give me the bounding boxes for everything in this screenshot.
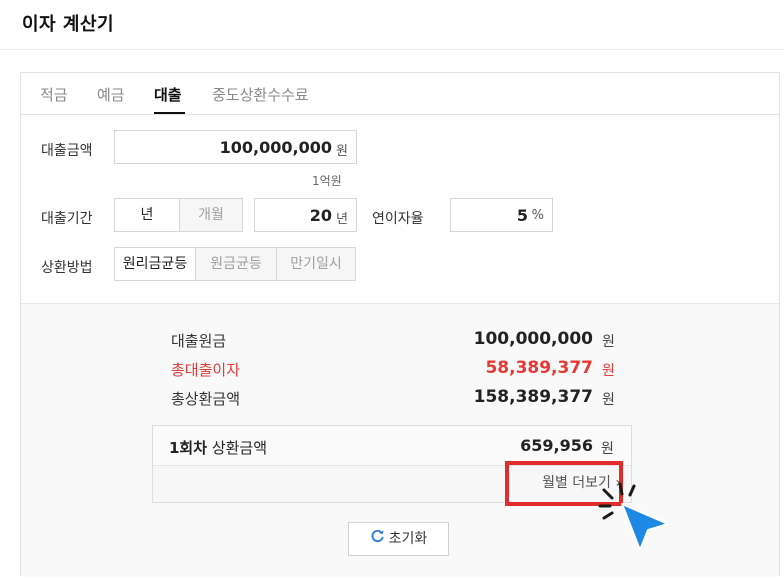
interest-rate-label: 연이자율 [372,211,424,227]
loan-amount-unit: 원 [336,144,348,159]
first-payment-text: 상환금액 [207,439,268,457]
principal-label: 대출원금 [171,332,227,350]
total-interest-label: 총대출이자 [171,361,241,379]
period-unit-month[interactable]: 개월 [179,198,243,232]
principal-value: 100,000,000 [473,329,593,349]
interest-rate-unit: % [531,208,544,223]
loan-amount-label: 대출금액 [41,143,93,159]
method-equal-payment[interactable]: 원리금균등 [114,247,196,281]
loan-period-value: 20 [309,206,332,225]
first-payment-unit: 원 [601,441,614,457]
loan-period-unit: 년 [336,212,348,227]
tab-bar: 적금 예금 대출 중도상환수수료 [21,73,779,115]
loan-period-label: 대출기간 [41,211,93,227]
cursor-click-icon [598,482,669,551]
first-payment-round: 1회차 [169,439,208,457]
principal-unit: 원 [602,334,615,350]
reset-label: 초기화 [388,531,428,547]
first-payment-value: 659,956 [520,436,593,455]
period-unit-year[interactable]: 년 [114,198,180,232]
tab-prepayment-fee[interactable]: 중도상환수수료 [212,84,309,105]
tab-loan[interactable]: 대출 [154,84,182,105]
repayment-method-label: 상환방법 [41,260,93,276]
method-bullet[interactable]: 만기일시 [276,247,356,281]
tab-savings[interactable]: 적금 [40,84,68,105]
interest-rate-input[interactable]: 5 % [450,198,553,232]
active-tab-indicator [154,112,185,114]
method-equal-principal[interactable]: 원금균등 [195,247,277,281]
interest-rate-value: 5 [516,206,528,225]
loan-period-input[interactable]: 20 년 [254,198,357,232]
loan-amount-value: 100,000,000 [219,138,332,157]
title-divider [0,49,784,50]
reset-button[interactable]: 초기화 [348,522,449,556]
total-repayment-label: 총상환금액 [171,390,241,408]
page-title: 이자 계산기 [22,14,115,35]
loan-amount-input[interactable]: 100,000,000 원 [114,130,357,164]
total-repayment-unit: 원 [602,392,615,408]
refresh-icon [370,523,385,555]
first-payment-label: 1회차 상환금액 [169,437,267,458]
total-repayment-value: 158,389,377 [473,387,593,407]
total-interest-unit: 원 [602,363,615,379]
loan-amount-hint: 1억원 [312,174,342,188]
tab-deposit[interactable]: 예금 [97,84,125,105]
total-interest-value: 58,389,377 [485,358,593,378]
first-payment-row: 1회차 상환금액 659,956 원 [153,426,631,466]
